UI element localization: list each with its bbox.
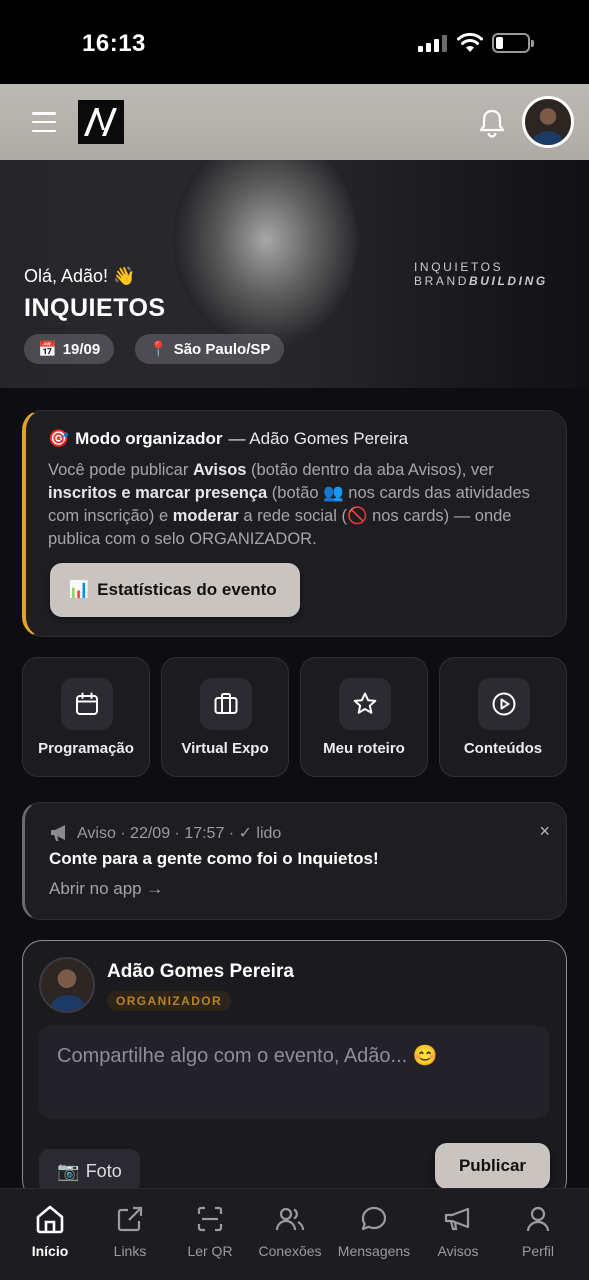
nav-item-inicio[interactable]: Início bbox=[10, 1203, 90, 1259]
briefcase-icon bbox=[200, 678, 252, 730]
bell-icon[interactable] bbox=[478, 108, 506, 138]
publish-button[interactable]: Publicar bbox=[435, 1143, 550, 1189]
notice-card[interactable]: Aviso · 22/09 · 17:57 · ✓ lido Conte par… bbox=[22, 802, 567, 920]
bottom-nav: Início Links Ler QR Conexões Mensagens A… bbox=[0, 1188, 589, 1280]
event-hero: INQUIETOS BRANDBUILDING Olá, Adão! 👋 INQ… bbox=[0, 160, 589, 388]
organizer-mode-card: 🎯 Modo organizador — Adão Gomes Pereira … bbox=[22, 410, 567, 637]
avatar[interactable] bbox=[522, 96, 574, 148]
nav-item-links[interactable]: Links bbox=[90, 1203, 170, 1259]
tile-programacao[interactable]: Programação bbox=[22, 657, 150, 777]
tile-meu-roteiro[interactable]: Meu roteiro bbox=[300, 657, 428, 777]
nav-item-mensagens[interactable]: Mensagens bbox=[334, 1203, 414, 1259]
logo-icon bbox=[84, 108, 117, 136]
tile-label: Meu roteiro bbox=[323, 740, 405, 757]
battery-icon bbox=[492, 33, 534, 53]
tile-conteudos[interactable]: Conteúdos bbox=[439, 657, 567, 777]
user-icon bbox=[526, 1206, 550, 1232]
tile-label: Conteúdos bbox=[463, 740, 543, 757]
organizer-mode-description: Você pode publicar Avisos (botão dentro … bbox=[48, 461, 530, 548]
tile-virtual-expo[interactable]: Virtual Expo bbox=[161, 657, 289, 777]
status-time: 16:13 bbox=[82, 30, 146, 57]
event-stats-button[interactable]: 📊 Estatísticas do evento bbox=[50, 563, 300, 617]
calendar-emoji-icon: 📅 bbox=[38, 341, 57, 358]
notice-meta: Aviso · 22/09 · 17:57 · ✓ lido bbox=[49, 823, 566, 843]
megaphone-icon bbox=[51, 825, 65, 841]
signal-icon bbox=[418, 34, 447, 52]
nav-item-avisos[interactable]: Avisos bbox=[418, 1203, 498, 1259]
camera-icon: 📷 bbox=[57, 1160, 80, 1181]
hero-brand-mark: INQUIETOS BRANDBUILDING bbox=[414, 260, 548, 288]
photo-button[interactable]: 📷 Foto bbox=[39, 1149, 140, 1193]
qr-scan-icon bbox=[197, 1206, 223, 1232]
users-icon bbox=[275, 1207, 305, 1231]
play-circle-icon bbox=[478, 678, 530, 730]
organizer-badge: ORGANIZADOR bbox=[107, 991, 232, 1011]
status-bar: 16:13 bbox=[0, 0, 589, 84]
tile-label: Programação bbox=[38, 740, 134, 757]
menu-button[interactable] bbox=[32, 112, 56, 132]
home-icon bbox=[36, 1205, 64, 1234]
calendar-icon bbox=[61, 678, 113, 730]
close-icon[interactable]: × bbox=[539, 821, 550, 842]
open-in-app-link[interactable]: Abrir no app → bbox=[49, 879, 566, 899]
event-title: INQUIETOS bbox=[24, 294, 166, 322]
star-icon bbox=[339, 678, 391, 730]
bar-chart-icon: 📊 bbox=[68, 580, 90, 599]
notice-title: Conte para a gente como foi o Inquietos! bbox=[49, 849, 379, 868]
target-icon: 🎯 bbox=[48, 429, 70, 448]
pin-emoji-icon: 📍 bbox=[149, 341, 168, 358]
external-link-icon bbox=[117, 1206, 143, 1232]
chat-bubble-icon bbox=[361, 1206, 387, 1231]
megaphone-icon bbox=[444, 1207, 470, 1231]
nav-item-ler-qr[interactable]: Ler QR bbox=[170, 1203, 250, 1259]
nav-item-perfil[interactable]: Perfil bbox=[498, 1203, 578, 1259]
event-location-chip: 📍 São Paulo/SP bbox=[135, 334, 285, 364]
tile-label: Virtual Expo bbox=[181, 740, 269, 757]
nav-item-conexoes[interactable]: Conexões bbox=[250, 1203, 330, 1259]
avatar bbox=[39, 957, 95, 1013]
app-logo[interactable] bbox=[78, 100, 124, 144]
composer-user-name: Adão Gomes Pereira bbox=[107, 961, 294, 982]
post-composer: Adão Gomes Pereira ORGANIZADOR Compartil… bbox=[22, 940, 567, 1200]
app-header bbox=[0, 84, 589, 160]
organizer-mode-heading: 🎯 Modo organizador — Adão Gomes Pereira bbox=[48, 429, 409, 448]
post-input[interactable]: Compartilhe algo com o evento, Adão... 😊 bbox=[39, 1025, 549, 1119]
wifi-icon bbox=[457, 32, 483, 52]
event-date-chip: 📅 19/09 bbox=[24, 334, 115, 364]
hero-greeting: Olá, Adão! 👋 bbox=[24, 266, 136, 286]
